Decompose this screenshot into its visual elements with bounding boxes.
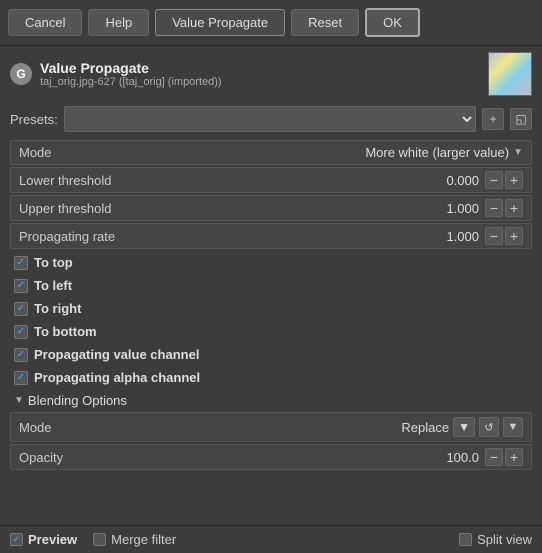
split-label: Split view	[477, 532, 532, 547]
split-check-row[interactable]: Split view	[459, 532, 532, 547]
mode-dropdown-arrow: ▼	[513, 147, 523, 158]
propagating-rate-plus[interactable]: +	[505, 227, 523, 245]
lower-threshold-minus[interactable]: −	[485, 171, 503, 189]
to-bottom-row[interactable]: To bottom	[10, 320, 532, 343]
to-bottom-checkbox[interactable]	[14, 325, 28, 339]
merge-label: Merge filter	[111, 532, 176, 547]
blending-mode-text: Replace	[401, 420, 449, 435]
blending-mode-reset[interactable]: ↺	[479, 417, 499, 437]
reset-button[interactable]: Reset	[291, 9, 359, 36]
toolbar: Cancel Help Value Propagate Reset OK	[0, 0, 542, 46]
to-left-label: To left	[34, 278, 72, 293]
preview-check-row[interactable]: Preview	[10, 532, 77, 547]
presets-save-button[interactable]: ◱	[510, 108, 532, 130]
blending-mode-row: Mode Replace ▼ ↺ ▼	[10, 412, 532, 442]
blending-options-title: Blending Options	[28, 393, 127, 408]
to-right-label: To right	[34, 301, 81, 316]
merge-check-row[interactable]: Merge filter	[93, 532, 176, 547]
help-button[interactable]: Help	[88, 9, 149, 36]
to-top-checkbox[interactable]	[14, 256, 28, 270]
blending-options-header[interactable]: ▼ Blending Options	[10, 389, 532, 412]
lower-threshold-btns: − +	[485, 171, 523, 189]
merge-checkbox[interactable]	[93, 533, 106, 546]
upper-threshold-minus[interactable]: −	[485, 199, 503, 217]
split-checkbox[interactable]	[459, 533, 472, 546]
lower-threshold-plus[interactable]: +	[505, 171, 523, 189]
opacity-plus[interactable]: +	[505, 448, 523, 466]
opacity-btns: − +	[485, 448, 523, 466]
upper-threshold-plus[interactable]: +	[505, 199, 523, 217]
propagating-alpha-channel-checkbox[interactable]	[14, 371, 28, 385]
to-left-checkbox[interactable]	[14, 279, 28, 293]
to-bottom-label: To bottom	[34, 324, 97, 339]
presets-add-button[interactable]: +	[482, 108, 504, 130]
propagating-rate-btns: − +	[485, 227, 523, 245]
blending-mode-label: Mode	[19, 420, 401, 435]
upper-threshold-value: 1.000	[446, 201, 479, 216]
blending-mode-menu[interactable]: ▼	[503, 417, 523, 437]
opacity-label: Opacity	[19, 450, 446, 465]
plugin-icon: G	[10, 63, 32, 85]
thumbnail-image	[489, 53, 531, 95]
save-icon: ◱	[515, 112, 526, 126]
blending-mode-dropdown[interactable]: ▼	[453, 417, 475, 437]
header-subtitle: taj_orig.jpg-627 ([taj_orig] (imported))	[40, 76, 480, 88]
mode-value-container[interactable]: More white (larger value) ▼	[365, 145, 523, 160]
upper-threshold-label: Upper threshold	[19, 201, 446, 216]
header-title: Value Propagate	[40, 60, 480, 76]
presets-row: Presets: + ◱	[0, 102, 542, 136]
propagating-value-channel-label: Propagating value channel	[34, 347, 199, 362]
lower-threshold-row: Lower threshold 0.000 − +	[10, 167, 532, 193]
main-content: Mode More white (larger value) ▼ Lower t…	[0, 136, 542, 476]
upper-threshold-row: Upper threshold 1.000 − +	[10, 195, 532, 221]
mode-label: Mode	[19, 145, 365, 160]
to-right-row[interactable]: To right	[10, 297, 532, 320]
preview-label: Preview	[28, 532, 77, 547]
preview-checkbox[interactable]	[10, 533, 23, 546]
propagating-rate-row: Propagating rate 1.000 − +	[10, 223, 532, 249]
cancel-button[interactable]: Cancel	[8, 9, 82, 36]
blending-arrow-icon: ▼	[14, 395, 24, 406]
opacity-minus[interactable]: −	[485, 448, 503, 466]
propagating-rate-label: Propagating rate	[19, 229, 446, 244]
plus-icon: +	[489, 112, 496, 126]
lower-threshold-value: 0.000	[446, 173, 479, 188]
thumbnail	[488, 52, 532, 96]
to-left-row[interactable]: To left	[10, 274, 532, 297]
to-top-row[interactable]: To top	[10, 251, 532, 274]
to-top-label: To top	[34, 255, 73, 270]
propagating-rate-minus[interactable]: −	[485, 227, 503, 245]
propagating-alpha-channel-label: Propagating alpha channel	[34, 370, 200, 385]
mode-value-text: More white (larger value)	[365, 145, 509, 160]
opacity-value: 100.0	[446, 450, 479, 465]
propagating-alpha-channel-row[interactable]: Propagating alpha channel	[10, 366, 532, 389]
mode-row: Mode More white (larger value) ▼	[10, 140, 532, 165]
propagating-rate-value: 1.000	[446, 229, 479, 244]
propagating-value-channel-checkbox[interactable]	[14, 348, 28, 362]
upper-threshold-btns: − +	[485, 199, 523, 217]
value-propagate-button[interactable]: Value Propagate	[155, 9, 285, 36]
to-right-checkbox[interactable]	[14, 302, 28, 316]
blending-mode-value-container: Replace ▼ ↺ ▼	[401, 417, 523, 437]
presets-select[interactable]	[64, 106, 476, 132]
plugin-header: G Value Propagate taj_orig.jpg-627 ([taj…	[0, 46, 542, 102]
ok-button[interactable]: OK	[365, 8, 420, 37]
bottom-bar: Preview Merge filter Split view	[0, 525, 542, 553]
header-text: Value Propagate taj_orig.jpg-627 ([taj_o…	[40, 60, 480, 88]
propagating-value-channel-row[interactable]: Propagating value channel	[10, 343, 532, 366]
opacity-row: Opacity 100.0 − +	[10, 444, 532, 470]
presets-label: Presets:	[10, 112, 58, 127]
lower-threshold-label: Lower threshold	[19, 173, 446, 188]
